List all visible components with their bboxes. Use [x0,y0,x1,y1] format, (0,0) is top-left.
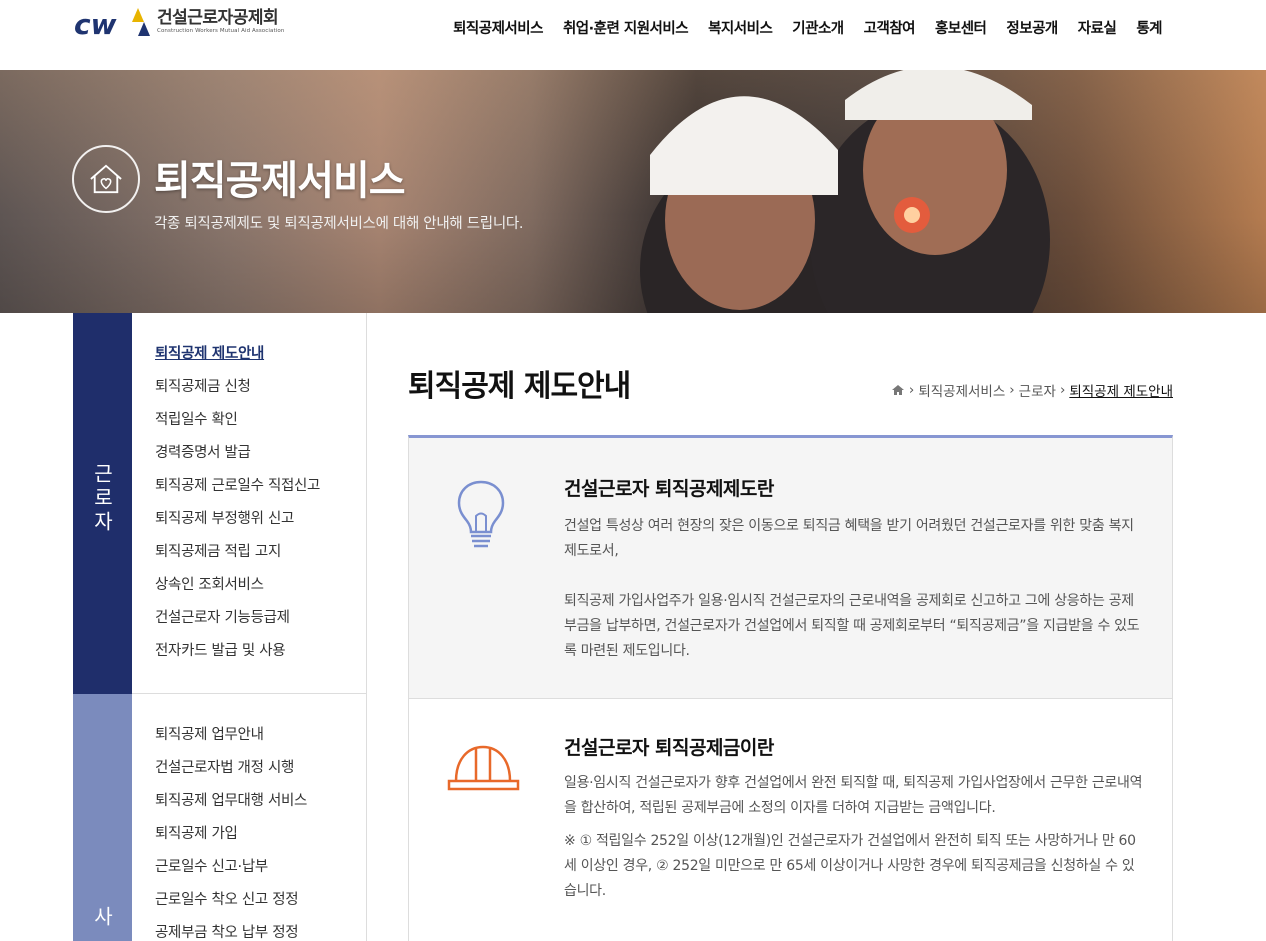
lnb-item-payment-correction[interactable]: 공제부금 착오 납부 정정 [155,917,366,941]
lnb-tab-employer[interactable]: 사 [73,694,132,941]
info-box: 건설근로자 퇴직공제제도란 건설업 특성상 여러 현장의 잦은 이동으로 퇴직금… [408,435,1173,941]
section-benefit-definition: 건설근로자 퇴직공제금이란 일용·임시직 건설근로자가 향후 건설업에서 완전 … [409,699,1172,941]
lnb-group-worker: 근로자 퇴직공제 제도안내 퇴직공제금 신청 적립일수 확인 경력증명서 발급 … [73,313,366,694]
hardhat-icon [447,745,520,791]
lnb-list: 퇴직공제 제도안내 퇴직공제금 신청 적립일수 확인 경력증명서 발급 퇴직공제… [132,313,366,694]
banner-title: 퇴직공제서비스 [154,158,406,204]
lnb-group-employer: 사 퇴직공제 업무안내 건설근로자법 개정 시행 퇴직공제 업무대행 서비스 퇴… [73,694,366,941]
lightbulb-icon [457,480,505,548]
section-paragraph: 건설업 특성상 여러 현장의 잦은 이동으로 퇴직금 혜택을 받기 어려웠던 건… [564,518,1134,559]
section-system-definition: 건설근로자 퇴직공제제도란 건설업 특성상 여러 현장의 잦은 이동으로 퇴직금… [409,438,1172,699]
page-title: 퇴직공제 제도안내 [408,369,631,404]
logo-name-ko: 건설근로자공제회 [157,8,279,28]
section-title: 건설근로자 퇴직공제금이란 [564,737,774,759]
lnb-item-e-card[interactable]: 전자카드 발급 및 사용 [155,635,366,668]
home-icon[interactable] [891,384,905,396]
site-header: cw 건설근로자공제회 Construction Workers Mutual … [0,0,1266,70]
lnb-item-skill-grade[interactable]: 건설근로자 기능등급제 [155,602,366,635]
chevron-right-icon: › [1059,382,1066,398]
lnb-tab-label: 근로자 [90,463,114,535]
breadcrumb-item[interactable]: 퇴직공제서비스 [918,380,1005,400]
lnb-item-business-guide[interactable]: 퇴직공제 업무안내 [155,719,366,752]
lnb-item-agency-service[interactable]: 퇴직공제 업무대행 서비스 [155,785,366,818]
chevron-right-icon: › [1009,382,1015,398]
section-body: 일용·임시직 건설근로자가 향후 건설업에서 완전 퇴직할 때, 퇴직공제 가입… [564,771,1144,904]
section-paragraph: 일용·임시직 건설근로자가 향후 건설업에서 완전 퇴직할 때, 퇴직공제 가입… [564,775,1143,816]
banner-description: 각종 퇴직공제제도 및 퇴직공제서비스에 대해 안내해 드립니다. [154,216,524,232]
lnb-list: 퇴직공제 업무안내 건설근로자법 개정 시행 퇴직공제 업무대행 서비스 퇴직공… [132,694,366,941]
gnb-pr-center[interactable]: 홍보센터 [925,17,996,38]
gnb-statistics[interactable]: 통계 [1126,17,1172,38]
lnb-tab-worker[interactable]: 근로자 [73,313,132,694]
breadcrumb-current[interactable]: 퇴직공제 제도안내 [1069,380,1173,400]
section-paragraph: 퇴직공제 가입사업주가 일용·임시직 건설근로자의 근로내역을 공제회로 신고하… [564,593,1140,659]
lnb-tab-label: 사 [90,906,114,930]
global-nav: 퇴직공제서비스 취업·훈련 지원서비스 복지서비스 기관소개 고객참여 홍보센터… [443,17,1172,38]
lnb-item-accrual-days[interactable]: 적립일수 확인 [155,404,366,437]
lnb-item-join[interactable]: 퇴직공제 가입 [155,818,366,851]
gnb-customer[interactable]: 고객참여 [854,17,925,38]
lnb-item-direct-report[interactable]: 퇴직공제 근로일수 직접신고 [155,470,366,503]
breadcrumb-item[interactable]: 근로자 [1019,380,1056,400]
cw-logo-icon: cw [74,8,150,38]
logo-name-en: Construction Workers Mutual Aid Associat… [157,28,285,34]
site-logo[interactable]: cw 건설근로자공제회 Construction Workers Mutual … [74,8,284,38]
gnb-disclosure[interactable]: 정보공개 [996,17,1067,38]
chevron-right-icon: › [908,382,915,398]
lnb-item-report-payment[interactable]: 근로일수 신고·납부 [155,851,366,884]
section-note: ※ ① 적립일수 252일 이상(12개월)인 건설근로자가 건설업에서 완전히… [564,833,1136,899]
gnb-retirement-service[interactable]: 퇴직공제서비스 [443,17,553,38]
hero-banner: 퇴직공제서비스 각종 퇴직공제제도 및 퇴직공제서비스에 대해 안내해 드립니다… [0,70,1266,313]
lnb-item-career-cert[interactable]: 경력증명서 발급 [155,437,366,470]
lnb-item-accrual-notice[interactable]: 퇴직공제금 적립 고지 [155,536,366,569]
lnb-item-heir-lookup[interactable]: 상속인 조회서비스 [155,569,366,602]
logo-text: 건설근로자공제회 Construction Workers Mutual Aid… [157,8,284,35]
gnb-welfare[interactable]: 복지서비스 [698,17,782,38]
lnb-item-fraud-report[interactable]: 퇴직공제 부정행위 신고 [155,503,366,536]
lnb-item-claim[interactable]: 퇴직공제금 신청 [155,371,366,404]
gnb-about[interactable]: 기관소개 [782,17,853,38]
section-title: 건설근로자 퇴직공제제도란 [564,478,774,500]
house-heart-icon [72,145,140,213]
gnb-library[interactable]: 자료실 [1068,17,1127,38]
lnb-sidebar: 근로자 퇴직공제 제도안내 퇴직공제금 신청 적립일수 확인 경력증명서 발급 … [73,313,367,941]
breadcrumb: › 퇴직공제서비스 › 근로자 › 퇴직공제 제도안내 [891,380,1173,400]
lnb-item-system-guide[interactable]: 퇴직공제 제도안내 [155,338,366,371]
lnb-item-report-correction[interactable]: 근로일수 착오 신고 정정 [155,884,366,917]
section-body: 건설업 특성상 여러 현장의 잦은 이동으로 퇴직금 혜택을 받기 어려웠던 건… [564,514,1144,664]
lnb-item-law-revision[interactable]: 건설근로자법 개정 시행 [155,752,366,785]
svg-text:cw: cw [74,8,117,38]
gnb-employment-training[interactable]: 취업·훈련 지원서비스 [553,17,698,38]
